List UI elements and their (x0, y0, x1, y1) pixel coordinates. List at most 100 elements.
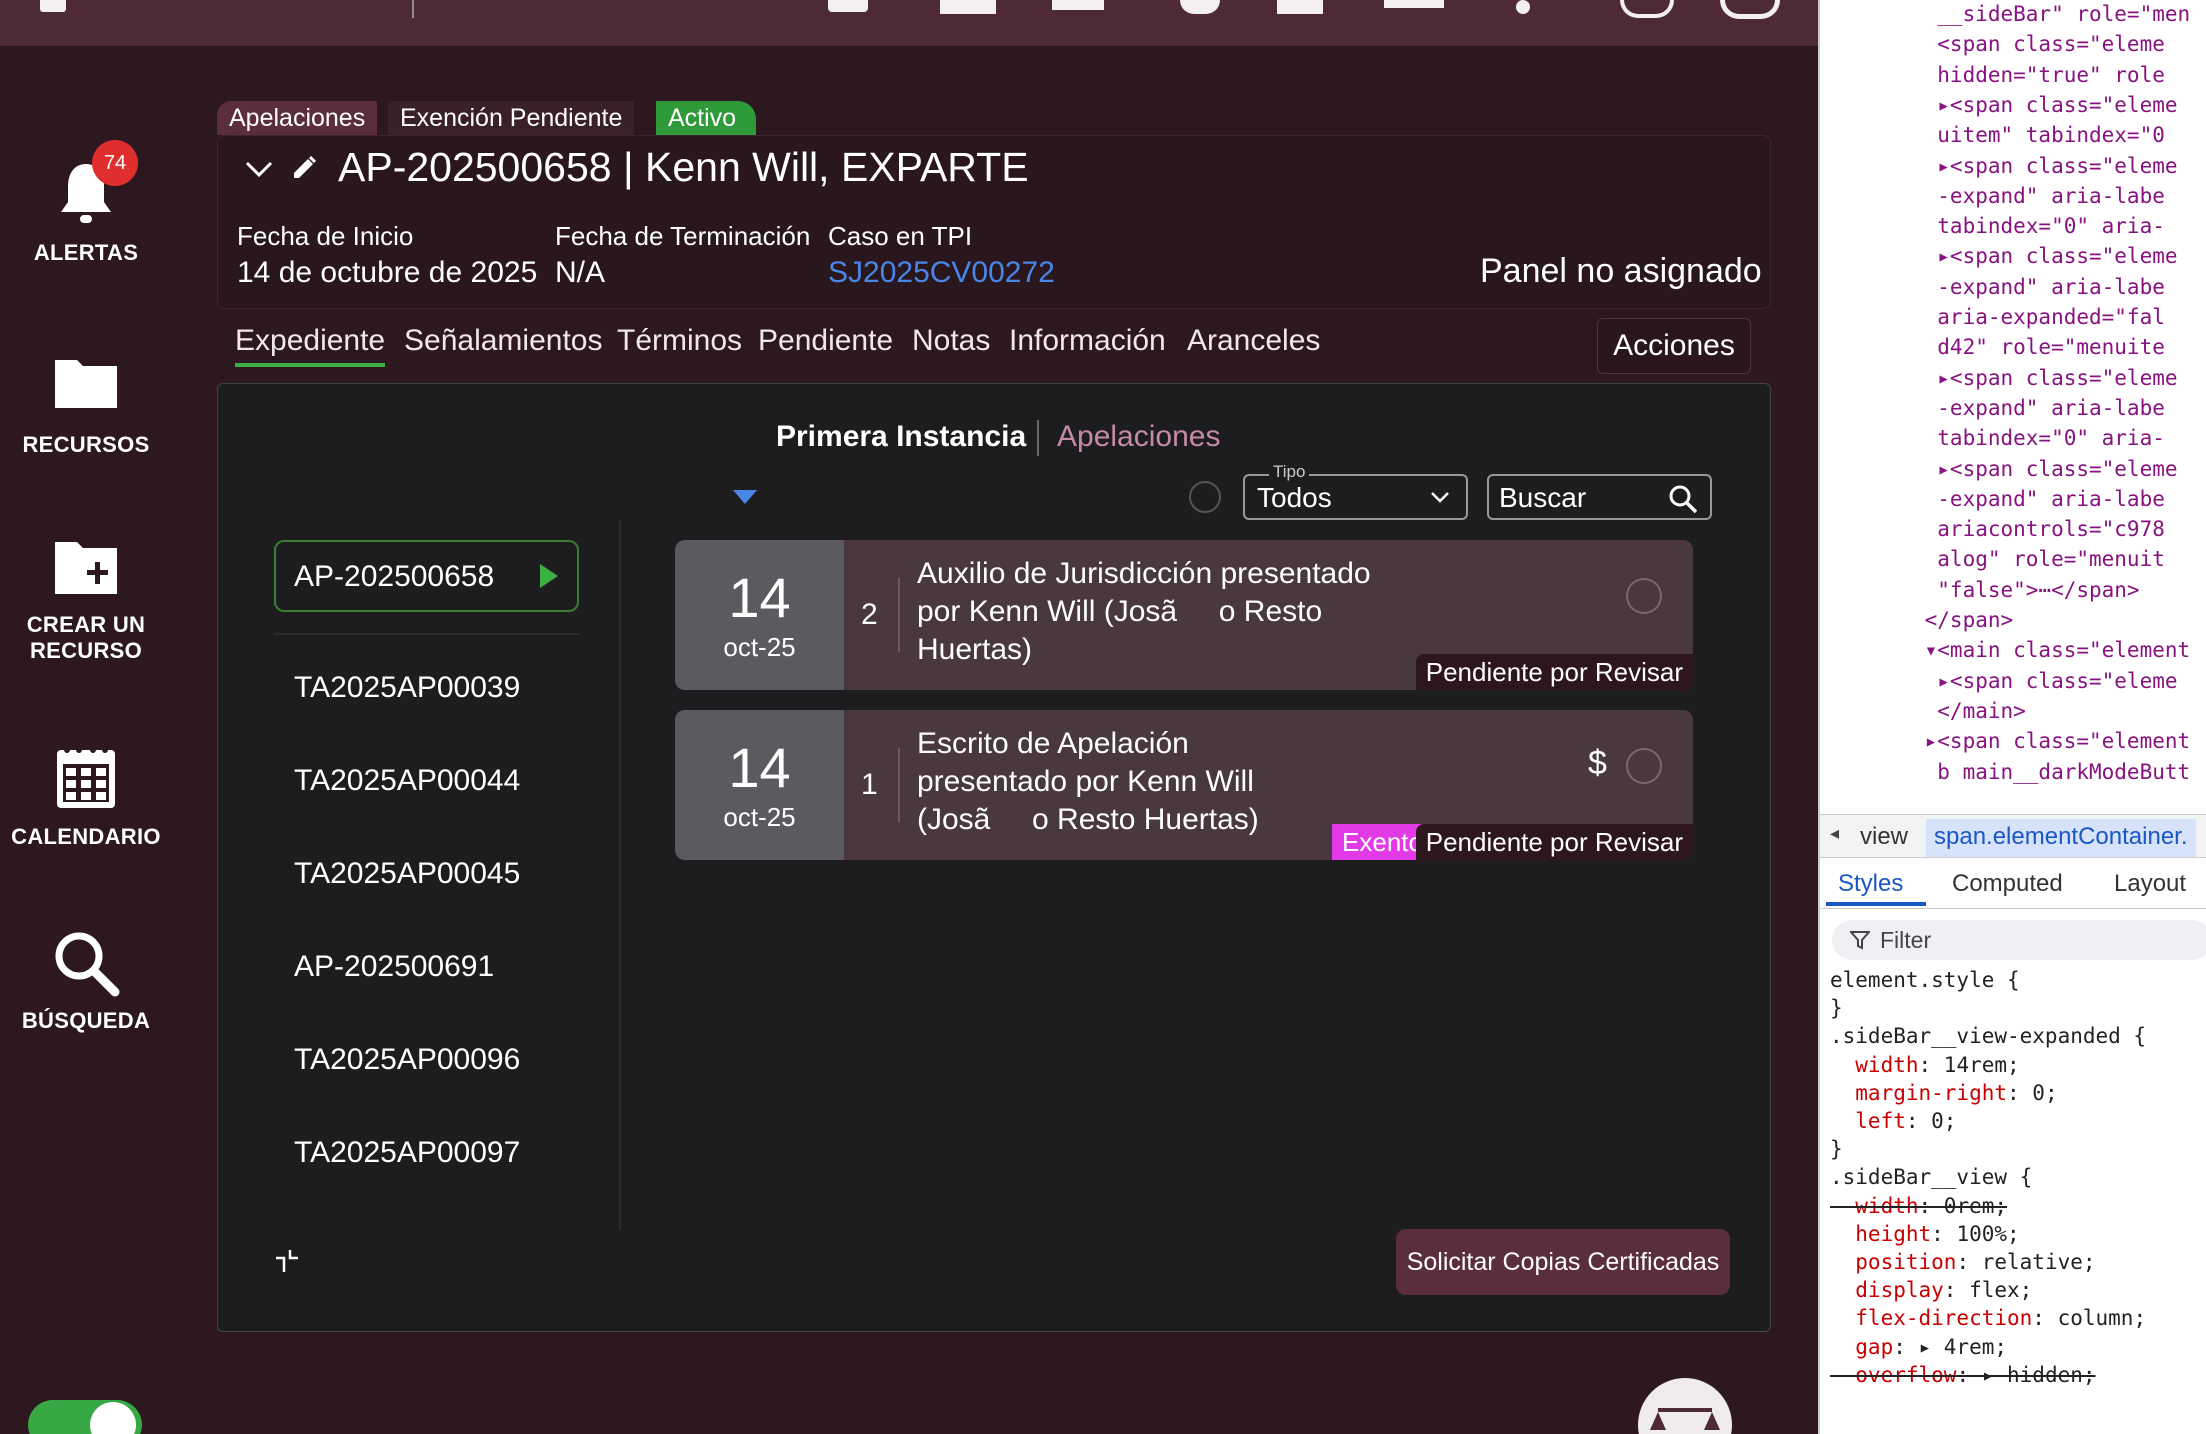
mail-icon[interactable] (940, 0, 996, 14)
dom-tree-line[interactable]: hidden="true" role (1912, 63, 2165, 87)
home-icon[interactable] (828, 0, 868, 12)
chevron-down-icon[interactable] (244, 158, 274, 182)
css-rule-line[interactable]: .sideBar__view { (1830, 1165, 2032, 1189)
search-field[interactable] (1487, 474, 1712, 520)
print-icon[interactable] (1277, 0, 1323, 14)
more-icon[interactable] (1516, 0, 1530, 14)
tab-terminos[interactable]: Términos (617, 324, 742, 358)
keyboard-icon[interactable] (1384, 0, 1444, 8)
css-rule-line[interactable]: overflow: ▸ hidden; (1830, 1363, 2095, 1387)
dom-tree-line[interactable]: tabindex="0" aria- (1912, 214, 2165, 238)
docket-entry[interactable]: 14 oct-25 2 Auxilio de Jurisdicción pres… (675, 540, 1693, 690)
dom-tree-line[interactable]: -expand" aria-labe (1912, 275, 2165, 299)
css-rule-line[interactable]: margin-right: 0; (1830, 1081, 2057, 1105)
dom-tree-line[interactable]: "false">⋯</span> (1912, 578, 2139, 602)
tab-notas[interactable]: Notas (912, 324, 990, 358)
sort-arrow-icon[interactable] (733, 490, 757, 506)
tab-expediente[interactable]: Expediente (235, 324, 385, 358)
docket-entry[interactable]: 14 oct-25 1 Escrito de Apelación present… (675, 710, 1693, 860)
dom-tree-line[interactable]: ▸<span class="eleme (1912, 669, 2177, 693)
help-icon[interactable] (1620, 0, 1674, 18)
sidebar-item-label: ALERTAS (33, 240, 139, 265)
case-list-item[interactable]: TA2025AP00045 (294, 857, 520, 891)
sidebar-item-crear-recurso[interactable]: CREAR UN RECURSO (0, 536, 172, 664)
css-rule-line[interactable]: width: 14rem; (1830, 1053, 2019, 1077)
css-rule-line[interactable]: height: 100%; (1830, 1222, 2019, 1246)
breadcrumb-item-selected[interactable]: span.elementContainer. (1926, 819, 2196, 857)
case-list-item[interactable]: AP-202500691 (294, 950, 494, 984)
case-list-item[interactable]: TA2025AP00096 (294, 1043, 520, 1077)
alerts-count-badge: 74 (92, 140, 138, 186)
dom-tree-line[interactable]: </main> (1912, 699, 2026, 723)
dom-tree-line[interactable]: uitem" tabindex="0 (1912, 123, 2165, 147)
sidebar-item-calendario[interactable]: CALENDARIO (0, 742, 172, 850)
css-rule-line[interactable]: } (1830, 1137, 1843, 1161)
css-rule-line[interactable]: } (1830, 996, 1843, 1020)
tab-informacion[interactable]: Información (1009, 324, 1166, 358)
dom-tree-line[interactable]: <span class="eleme (1912, 32, 2165, 56)
tpi-case-link[interactable]: SJ2025CV00272 (828, 256, 1055, 290)
dark-mode-toggle[interactable] (28, 1400, 142, 1434)
sidebar-item-alertas[interactable]: ALERTAS (0, 160, 172, 266)
dom-tree-line[interactable]: ▸<span class="element (1912, 729, 2191, 753)
dom-tree-line[interactable]: alog" role="menuit (1912, 547, 2165, 571)
edit-icon[interactable] (290, 154, 318, 182)
entry-checkbox[interactable] (1626, 748, 1662, 784)
dom-tree-line[interactable]: ▸<span class="eleme (1912, 457, 2177, 481)
user-icon[interactable] (1720, 0, 1780, 19)
start-date-label: Fecha de Inicio (237, 221, 414, 251)
actions-button[interactable]: Acciones (1597, 318, 1751, 374)
css-rule-line[interactable]: display: flex; (1830, 1278, 2032, 1302)
dom-tree-line[interactable]: -expand" aria-labe (1912, 184, 2165, 208)
dom-tree-line[interactable]: d42" role="menuite (1912, 335, 2165, 359)
css-rule-line[interactable]: left: 0; (1830, 1109, 1956, 1133)
dom-tree-line[interactable]: ▸<span class="eleme (1912, 366, 2177, 390)
tab-computed[interactable]: Computed (1952, 870, 2063, 898)
css-rule-line[interactable]: width: 0rem; (1830, 1194, 2007, 1218)
entry-number: 2 (861, 598, 878, 631)
dom-tree-line[interactable]: b main__darkModeButt (1912, 760, 2190, 784)
entry-checkbox[interactable] (1626, 578, 1662, 614)
scales-icon[interactable] (1638, 1378, 1732, 1434)
tab-styles[interactable]: Styles (1838, 870, 1903, 898)
css-rule-line[interactable]: .sideBar__view-expanded { (1830, 1024, 2146, 1048)
css-rule-line[interactable]: position: relative; (1830, 1250, 2095, 1274)
css-rule-line[interactable]: flex-direction: column; (1830, 1306, 2146, 1330)
folder-icon[interactable] (1052, 0, 1104, 10)
tab-pendiente[interactable]: Pendiente (758, 324, 893, 358)
styles-filter[interactable]: Filter (1832, 920, 2206, 960)
subtab-apelaciones[interactable]: Apelaciones (1057, 420, 1220, 454)
select-all-checkbox[interactable] (1189, 481, 1221, 513)
dom-tree-line[interactable]: ariacontrols="c978 (1912, 517, 2165, 541)
dom-tree-line[interactable]: tabindex="0" aria- (1912, 426, 2165, 450)
dom-tree-line[interactable]: ▸<span class="eleme (1912, 244, 2177, 268)
dom-tree-line[interactable]: ▾<main class="element (1912, 638, 2191, 662)
sidebar-item-recursos[interactable]: RECURSOS (0, 352, 172, 458)
search-input[interactable] (1499, 482, 1649, 514)
scroll-left-icon[interactable]: ◂ (1830, 823, 1839, 844)
sidebar-item-busqueda[interactable]: BÚSQUEDA (0, 928, 172, 1034)
subtab-primera-instancia[interactable]: Primera Instancia (776, 420, 1026, 454)
gear-icon[interactable] (1180, 0, 1220, 14)
dom-tree-line[interactable]: __sideBar" role="men (1912, 2, 2190, 26)
collapse-icon[interactable] (274, 1248, 300, 1274)
dom-tree-line[interactable]: aria-expanded="fal (1912, 305, 2165, 329)
type-select[interactable]: Tipo Todos (1243, 462, 1468, 520)
dom-tree-line[interactable]: -expand" aria-labe (1912, 396, 2165, 420)
tab-aranceles[interactable]: Aranceles (1187, 324, 1320, 358)
dom-tree-line[interactable]: ▸<span class="eleme (1912, 93, 2177, 117)
css-rule-line[interactable]: element.style { (1830, 968, 2020, 992)
dom-tree-line[interactable]: ▸<span class="eleme (1912, 154, 2177, 178)
tab-layout[interactable]: Layout (2114, 870, 2186, 898)
breadcrumb-item[interactable]: view (1860, 823, 1908, 851)
case-list-item[interactable]: AP-202500658 (294, 560, 494, 594)
dom-tree-line[interactable]: </span> (1912, 608, 2014, 632)
request-certified-copies-button[interactable]: Solicitar Copias Certificadas (1396, 1229, 1730, 1295)
case-list-item[interactable]: TA2025AP00044 (294, 764, 520, 798)
case-list-item[interactable]: TA2025AP00097 (294, 1136, 520, 1170)
dom-tree-line[interactable]: -expand" aria-labe (1912, 487, 2165, 511)
css-rule-line[interactable]: gap: ▸ 4rem; (1830, 1335, 2007, 1359)
tab-senalamientos[interactable]: Señalamientos (404, 324, 602, 358)
case-list-item[interactable]: TA2025AP00039 (294, 671, 520, 705)
search-icon[interactable] (1668, 484, 1698, 514)
